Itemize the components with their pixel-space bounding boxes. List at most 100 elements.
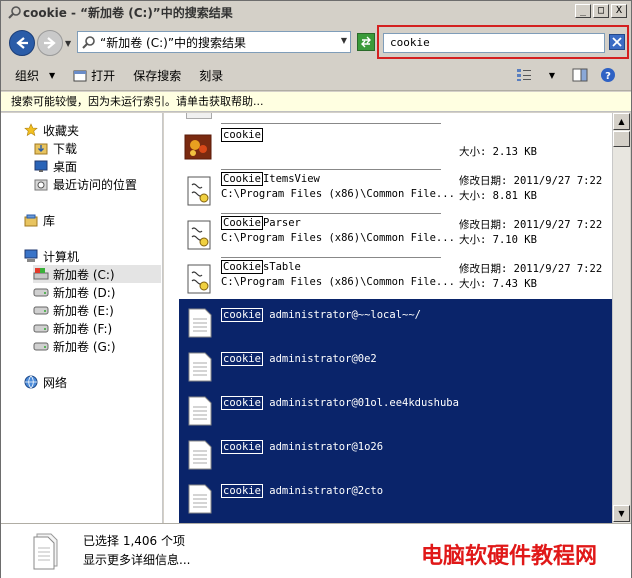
drive-icon [33, 320, 49, 336]
scroll-thumb[interactable] [613, 131, 630, 147]
search-highlight-frame: cookie [377, 25, 629, 59]
organize-button[interactable]: 组织 ▼ [15, 67, 55, 84]
file-name-rest: ItemsView [262, 173, 320, 185]
file-row[interactable]: Cookie ItemsView C:\Program Files (x86)\C… [179, 169, 609, 213]
drive-icon [33, 284, 49, 300]
row-separator [221, 123, 441, 124]
file-size: 大小: 8.81 KB [459, 190, 537, 202]
help-icon[interactable]: ? [599, 66, 617, 84]
refresh-button[interactable] [357, 33, 375, 51]
file-row-selected[interactable]: cookie administrator@1o26 [179, 433, 609, 477]
open-icon [73, 70, 87, 81]
clear-search-button[interactable] [609, 34, 625, 50]
open-button[interactable]: 打开 [73, 67, 115, 84]
nav-drive-e-label: 新加卷 (E:) [53, 303, 114, 318]
nav-computer-label: 计算机 [43, 249, 80, 264]
address-path: “新加卷 (C:)”中的搜索结果 [100, 35, 247, 50]
file-row[interactable]: Cookie Parser C:\Program Files (x86)\Comm… [179, 213, 609, 257]
file-modified: 修改日期: 2011/9/27 7:22 [459, 175, 603, 187]
image-file-icon [184, 134, 212, 160]
file-name-rest: Parser [262, 217, 301, 229]
nav-drive-g-label: 新加卷 (G:) [53, 339, 116, 354]
file-row-selected[interactable]: cookie administrator@2cto [179, 477, 609, 521]
scroll-down-button[interactable]: ▼ [613, 505, 630, 522]
file-name-match: cookie [221, 440, 263, 454]
file-name-match: cookie [221, 308, 263, 322]
watermark-text: 电脑软硬件教程网 [421, 544, 598, 569]
text-file-icon [188, 308, 212, 338]
svg-text:?: ? [605, 71, 611, 82]
file-row[interactable]: cookie 大小: 2.13 KB [179, 125, 609, 169]
file-row-selected[interactable]: cookie administrator@01ol.ee4kdushuba [179, 389, 609, 433]
network-icon [23, 374, 39, 390]
file-row-selected[interactable]: cookie administrator@~~local~~/ [179, 301, 609, 345]
burn-label: 刻录 [199, 69, 224, 83]
address-dropdown-icon[interactable]: ▼ [341, 36, 347, 45]
arrow-right-icon [44, 37, 56, 49]
row-separator [221, 213, 441, 214]
window-title: cookie - “新加卷 (C:)”中的搜索结果 [23, 5, 233, 20]
file-path: C:\Program Files (x86)\Common File... [221, 232, 455, 244]
chevron-down-icon[interactable]: ▼ [543, 66, 561, 84]
search-input[interactable]: cookie [383, 33, 605, 53]
back-button[interactable] [9, 30, 35, 56]
multiple-files-icon [33, 533, 58, 570]
file-size: 大小: 2.13 KB [459, 146, 537, 158]
file-name-match: cookie [221, 352, 263, 366]
text-file-icon [188, 484, 212, 514]
preview-pane-icon[interactable] [571, 66, 589, 84]
close-button[interactable]: X [611, 4, 627, 18]
address-bar[interactable]: “新加卷 (C:)”中的搜索结果 ▼ [77, 31, 351, 53]
burn-button[interactable]: 刻录 [199, 67, 223, 84]
nav-drive-f-label: 新加卷 (F:) [53, 321, 113, 336]
nav-libraries[interactable]: 库 [23, 211, 183, 229]
details-pane: 已选择 1,406 个项 显示更多详细信息... 电脑软硬件教程网 [1, 523, 631, 578]
file-path: C:\Program Files (x86)\Common File... [221, 276, 455, 288]
text-file-icon [188, 396, 212, 426]
nav-network[interactable]: 网络 [23, 373, 183, 391]
arrow-left-icon [16, 37, 28, 49]
view-options-icon[interactable] [515, 66, 533, 84]
file-size: 大小: 7.10 KB [459, 234, 537, 246]
vertical-scrollbar[interactable]: ▲ ▼ [612, 113, 630, 523]
maximize-button[interactable]: □ [593, 4, 609, 18]
nav-drive-c-label: 新加卷 (C:) [53, 267, 115, 282]
index-warning-bar[interactable]: 搜索可能较慢，因为未运行索引。请单击获取帮助... [1, 92, 631, 112]
nav-downloads-label: 下载 [53, 141, 78, 156]
nav-recent-label: 最近访问的位置 [53, 177, 138, 192]
history-dropdown-icon[interactable]: ▼ [65, 39, 71, 48]
file-row[interactable]: Cookie sTable C:\Program Files (x86)\Comm… [179, 257, 609, 301]
file-name-match: Cookie [221, 260, 263, 274]
title-bar: cookie - “新加卷 (C:)”中的搜索结果 _ □ X [1, 1, 631, 23]
recent-places-icon [33, 176, 49, 192]
file-name-rest: administrator@~~local~~/ [269, 309, 421, 321]
text-file-icon [188, 440, 212, 470]
scroll-up-button[interactable]: ▲ [613, 113, 630, 130]
nav-favorites[interactable]: 收藏夹 [23, 121, 183, 139]
file-modified: 修改日期: 2011/9/27 7:22 [459, 219, 603, 231]
script-file-icon [187, 220, 211, 250]
minimize-button[interactable]: _ [575, 4, 591, 18]
show-more-details-link[interactable]: 显示更多详细信息... [83, 551, 190, 568]
file-name-rest: administrator@1o26 [269, 441, 384, 453]
save-search-label: 保存搜索 [133, 69, 182, 83]
nav-drive-d-label: 新加卷 (D:) [53, 285, 116, 300]
navigation-pane: 收藏夹 下载 桌面 最近访问的位置 库 计算机 新加卷 (C:) 新加卷 (D:… [1, 113, 163, 523]
row-separator [221, 257, 441, 258]
star-icon [23, 122, 39, 138]
file-name-rest: administrator@2cto [269, 485, 384, 497]
nav-drive-c[interactable]: 新加卷 (C:) [33, 265, 161, 283]
file-name-rest: sTable [262, 261, 301, 273]
file-row-selected[interactable]: cookie administrator@0e2 [179, 345, 609, 389]
drive-icon [33, 302, 49, 318]
script-file-icon [187, 176, 211, 206]
file-name-match: cookie [221, 484, 263, 498]
desktop-icon [33, 158, 49, 174]
script-file-icon [187, 264, 211, 294]
forward-button[interactable] [37, 30, 63, 56]
file-name-match: Cookie [221, 172, 263, 186]
file-size: 大小: 7.43 KB [459, 278, 537, 290]
nav-network-label: 网络 [43, 375, 68, 390]
nav-computer[interactable]: 计算机 [23, 247, 183, 265]
save-search-button[interactable]: 保存搜索 [133, 67, 181, 84]
